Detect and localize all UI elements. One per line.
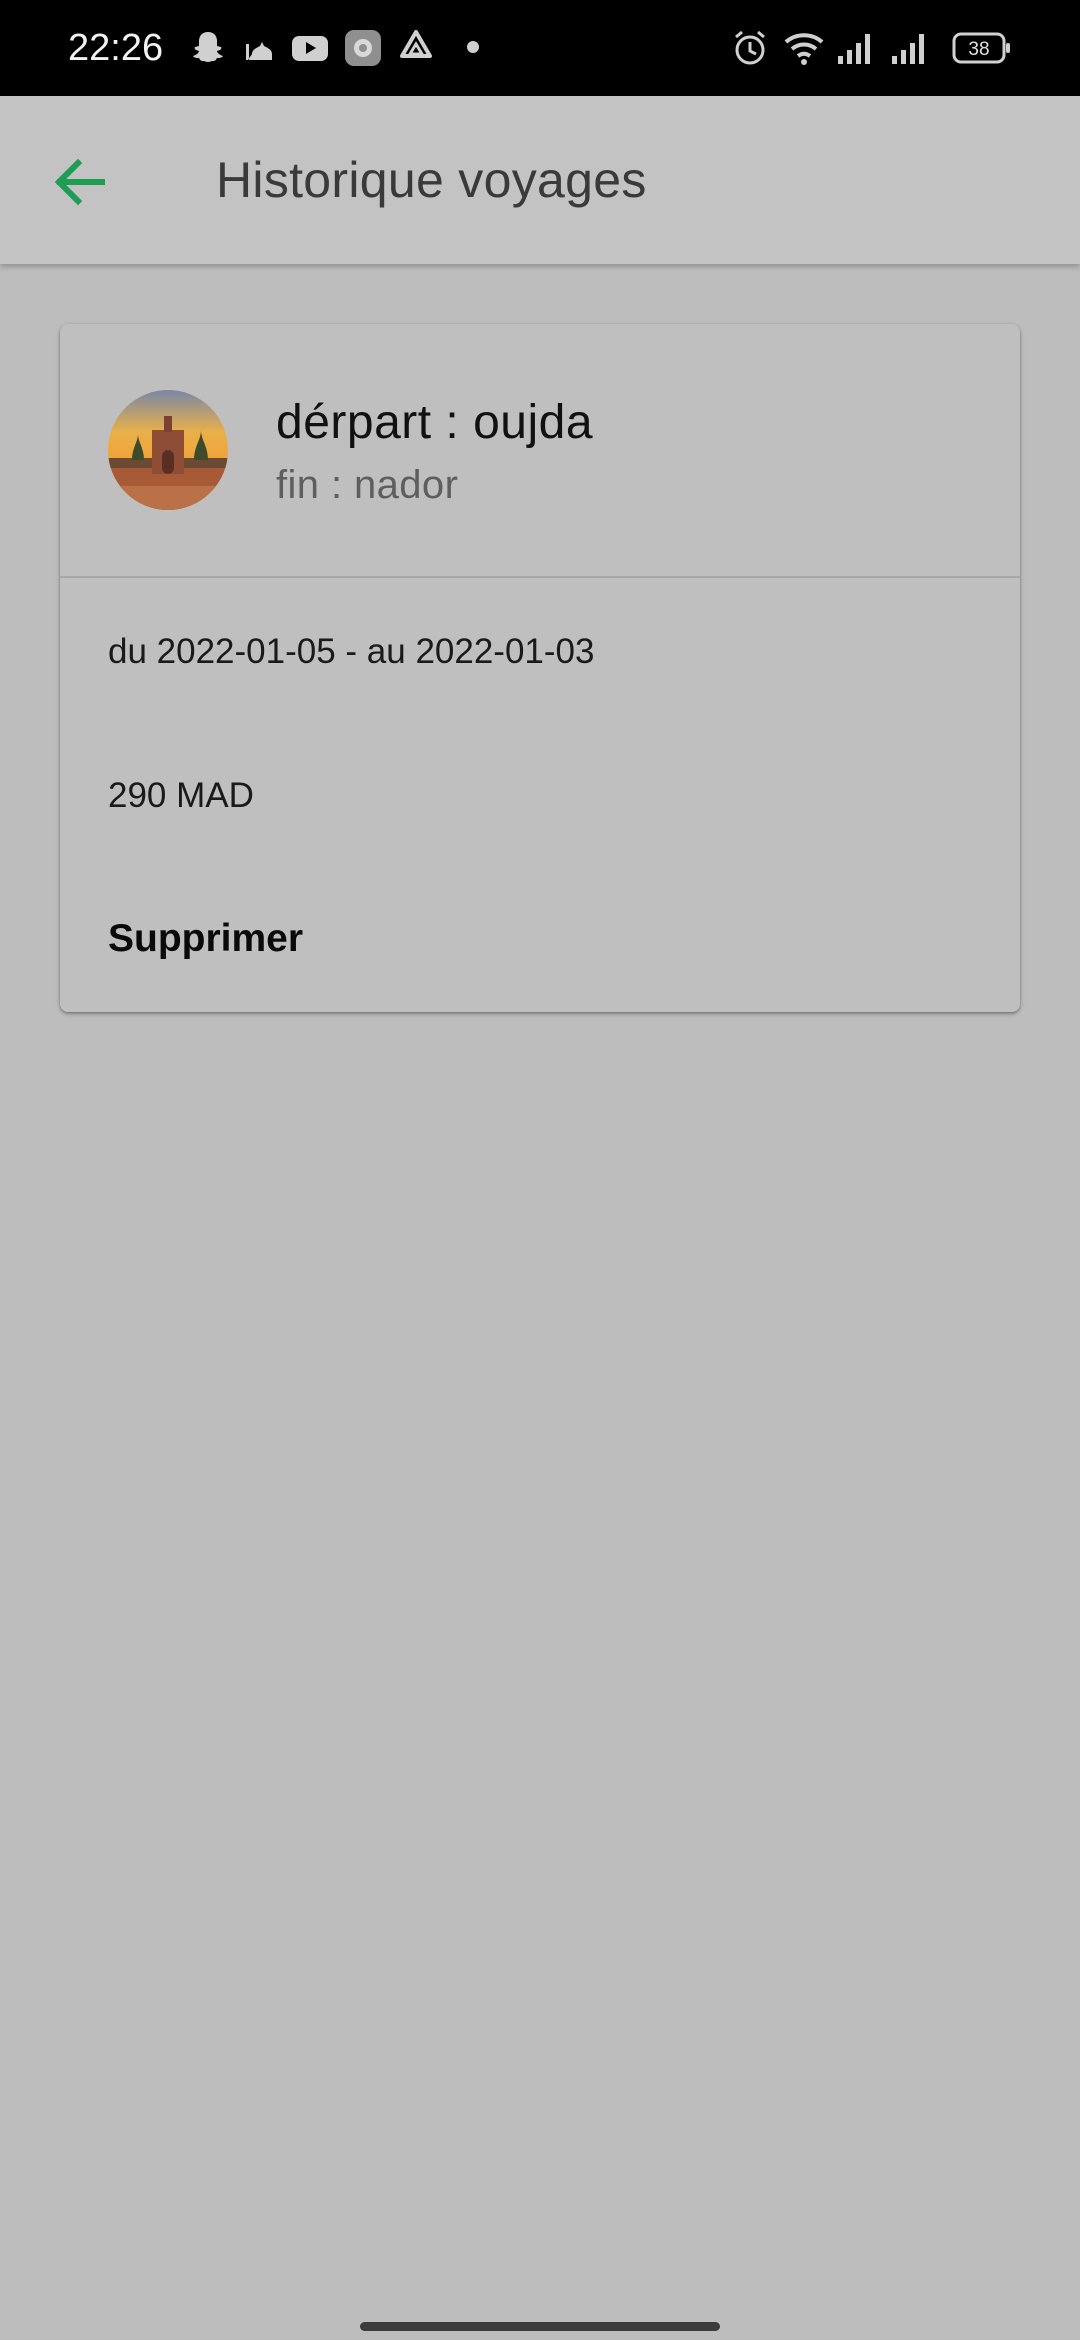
status-bar: 22:26 38: [0, 0, 1080, 96]
snapchat-icon: [190, 28, 226, 68]
app-bar: Historique voyages: [0, 96, 1080, 264]
gesture-bar[interactable]: [360, 2322, 720, 2331]
recycle-app-icon: [396, 28, 436, 68]
trip-departure: dérpart : oujda: [276, 396, 594, 449]
signal-icon: [890, 28, 928, 68]
trip-card-header: dérpart : oujda fin : nador: [60, 324, 1020, 578]
delete-button[interactable]: Supprimer: [108, 914, 303, 964]
battery-level: 38: [968, 39, 989, 60]
arrow-left-icon: [50, 152, 110, 217]
status-time: 22:26: [68, 27, 164, 69]
youtube-icon: [290, 28, 330, 68]
wifi-icon: [784, 28, 824, 68]
mosque-app-icon: [244, 28, 276, 68]
trip-dates: du 2022-01-05 - au 2022-01-03: [108, 632, 595, 671]
signal-icon: [836, 28, 874, 68]
page-title: Historique voyages: [216, 152, 647, 208]
trip-arrival: fin : nador: [276, 463, 459, 507]
dot-icon: [466, 40, 480, 80]
trip-price: 290 MAD: [108, 776, 254, 815]
avatar: [108, 390, 228, 510]
battery-icon: 38: [952, 30, 1012, 70]
back-button[interactable]: [40, 144, 120, 224]
settings-app-icon: [343, 28, 383, 68]
trip-card: dérpart : oujda fin : nador du 2022-01-0…: [60, 324, 1020, 1012]
alarm-icon: [732, 28, 768, 68]
